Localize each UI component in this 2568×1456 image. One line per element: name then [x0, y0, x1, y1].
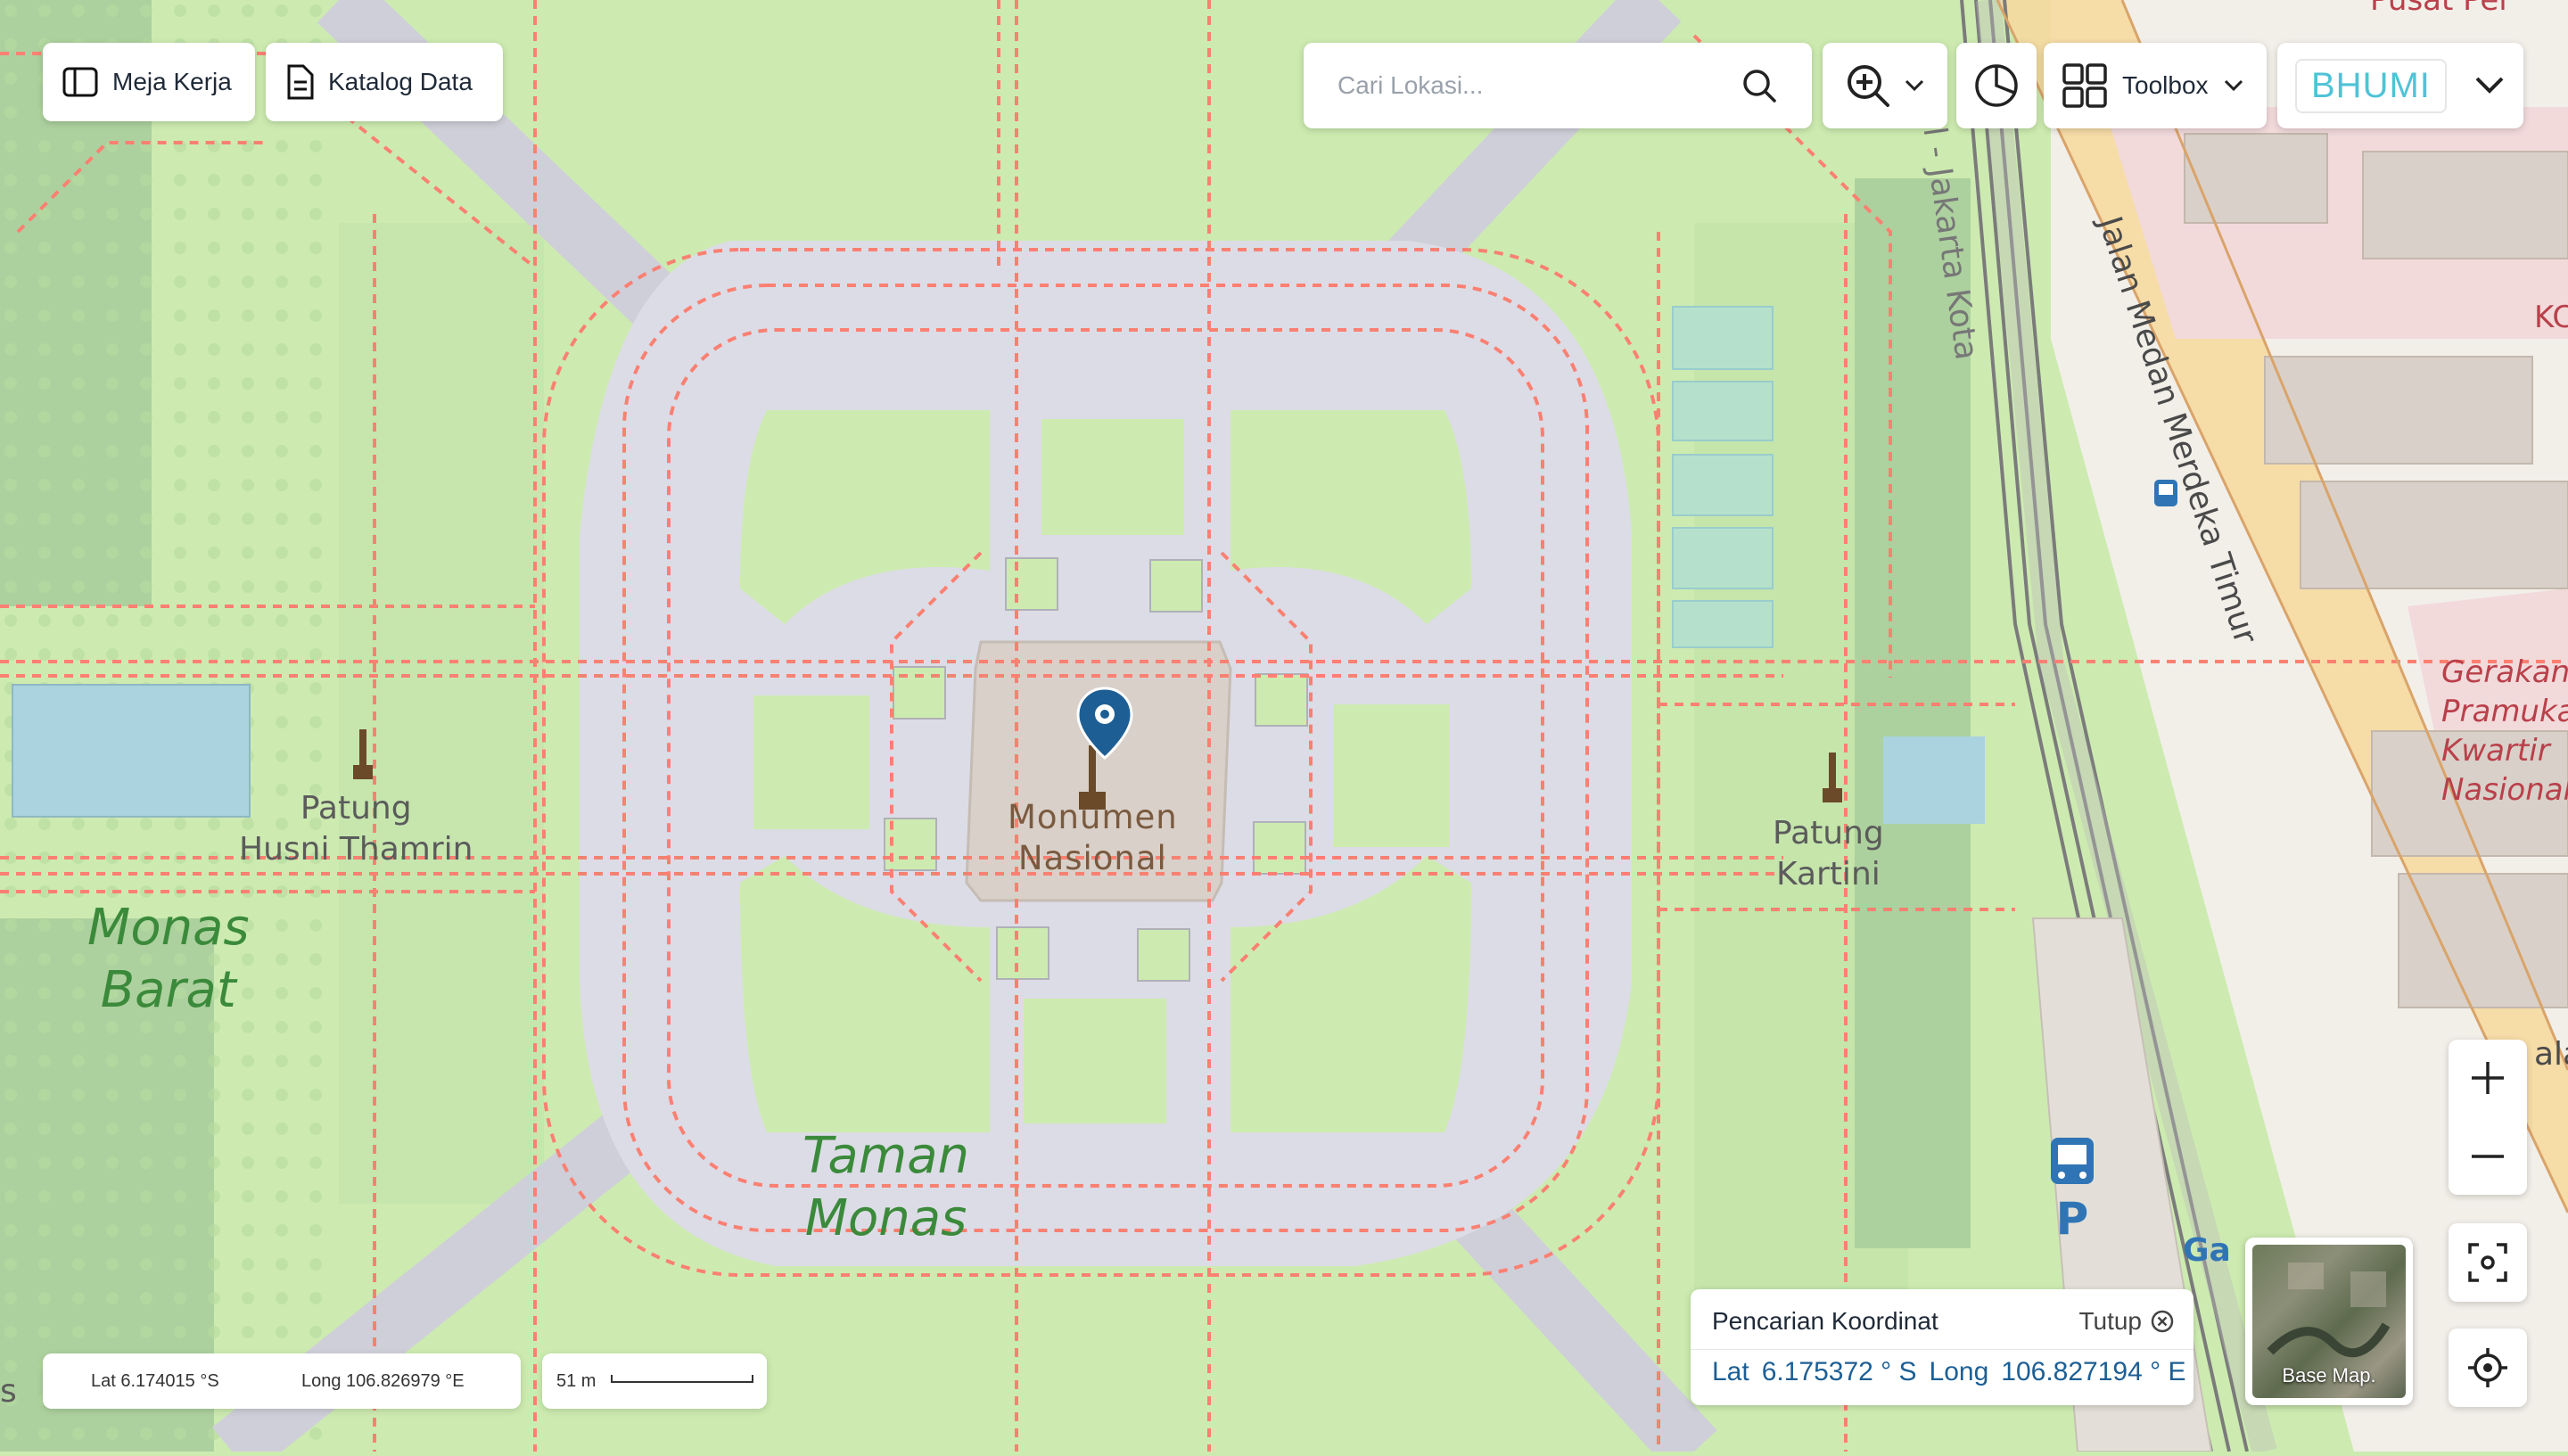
zoom-controls	[2449, 1040, 2527, 1195]
bhumi-logo: BHUMI	[2295, 58, 2447, 113]
map-label-statue-east: Patung Kartini	[1773, 815, 1884, 893]
map-label-station: Ga	[2183, 1232, 2231, 1269]
map-label-edge-s: s	[0, 1373, 17, 1410]
search-input[interactable]	[1338, 71, 1730, 100]
map-label-district: Gerakan Pramuka Kwartir Nasional	[2441, 654, 2568, 808]
cursor-long: Long 106.826979 °E	[301, 1371, 465, 1391]
crosshair-icon	[2468, 1348, 2507, 1387]
zoom-tool-button[interactable]	[1823, 43, 1947, 128]
account-menu[interactable]: BHUMI	[2277, 43, 2523, 128]
cursor-lat: Lat 6.174015 °S	[91, 1371, 219, 1391]
toolbox-button[interactable]: Toolbox	[2044, 43, 2267, 128]
bus-stop-icon: P	[2051, 1138, 2094, 1239]
bus-stop-icon	[2154, 480, 2177, 506]
my-location-button[interactable]	[2449, 1328, 2527, 1407]
map-canvas[interactable]: Monumen Nasional Patung Husni Thamrin Pa…	[0, 0, 2568, 1456]
map-pin-icon[interactable]	[1075, 687, 1134, 760]
statue-icon	[353, 729, 373, 779]
basemap-label: Base Map.	[2282, 1364, 2376, 1386]
panel-divider	[1691, 1349, 2194, 1350]
scale-bar: 51 m	[542, 1353, 767, 1409]
map-label-edge-ko: KC	[2534, 300, 2568, 335]
scale-label: 51 m	[556, 1371, 597, 1391]
logo-text: BHUMI	[2311, 65, 2431, 105]
cursor-coordinates: Lat 6.174015 °S Long 106.826979 °E	[43, 1353, 521, 1409]
location-search	[1304, 43, 1812, 128]
map-label-edge-ala: ala	[2534, 1036, 2568, 1073]
chevron-down-icon	[2224, 79, 2243, 92]
map-label-top-right: Pusat Per	[2370, 0, 2512, 18]
minus-icon	[2472, 1155, 2504, 1158]
chevron-down-icon	[1905, 79, 1924, 92]
pie-chart-icon	[1975, 64, 2018, 107]
scale-ruler-icon	[611, 1375, 753, 1383]
zoom-in-icon	[1848, 65, 1889, 107]
map-label-statue-west: Patung Husni Thamrin	[239, 790, 473, 868]
grid-icon	[2062, 63, 2107, 108]
chevron-down-icon	[2475, 77, 2504, 94]
map-label-park-south: Taman Monas	[802, 1127, 970, 1247]
workspace-label: Meja Kerja	[112, 68, 232, 95]
svg-text:P: P	[2056, 1193, 2089, 1239]
close-circle-icon	[2151, 1310, 2174, 1333]
zoom-out-button[interactable]	[2449, 1118, 2527, 1195]
close-button[interactable]: Tutup	[2078, 1307, 2174, 1336]
panel-title: Pencarian Koordinat	[1712, 1307, 1938, 1335]
catalog-button[interactable]: Katalog Data	[266, 43, 503, 121]
document-icon	[287, 64, 314, 100]
basemap-switcher[interactable]: Base Map.	[2245, 1238, 2413, 1405]
statue-icon	[1823, 753, 1842, 802]
coordinate-values: Lat 6.175372 ° S Long 106.827194 ° E	[1712, 1357, 2198, 1387]
long-label: Long	[1929, 1357, 1989, 1386]
zoom-in-button[interactable]	[2449, 1040, 2527, 1116]
lat-value: 6.175372 ° S	[1761, 1357, 1917, 1386]
search-icon[interactable]	[1741, 67, 1778, 104]
focus-frame-icon	[2468, 1243, 2507, 1282]
coordinate-search-panel: Pencarian Koordinat Tutup Lat 6.175372 ° …	[1691, 1289, 2194, 1405]
lat-label: Lat	[1712, 1357, 1749, 1386]
plus-icon	[2472, 1062, 2504, 1094]
analysis-button[interactable]	[1956, 43, 2037, 128]
long-value: 106.827194 ° E	[2001, 1357, 2186, 1386]
toolbox-label: Toolbox	[2122, 71, 2209, 99]
close-label: Tutup	[2078, 1307, 2142, 1335]
map-label-park-west: Monas Barat	[87, 899, 250, 1019]
fullscreen-button[interactable]	[2449, 1223, 2527, 1302]
sidebar-panel-icon	[62, 67, 98, 97]
workspace-button[interactable]: Meja Kerja	[43, 43, 255, 121]
catalog-label: Katalog Data	[328, 68, 473, 95]
